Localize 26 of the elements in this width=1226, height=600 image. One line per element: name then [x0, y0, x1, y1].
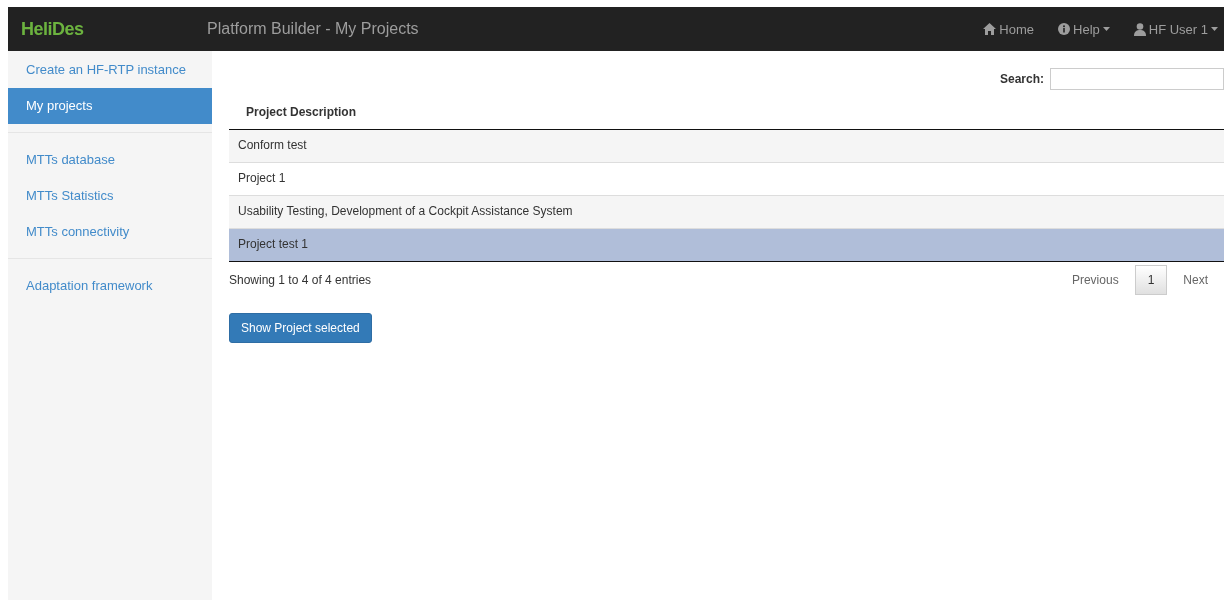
- pagination-button[interactable]: Next: [1167, 265, 1224, 295]
- nav-link[interactable]: HF User 1: [1121, 21, 1224, 37]
- sidebar-item[interactable]: MTTs Statistics: [8, 178, 212, 214]
- nav-link[interactable]: Help: [1046, 21, 1122, 37]
- search-label: Search:: [999, 72, 1044, 86]
- user-icon: [1133, 22, 1146, 36]
- pagination-button[interactable]: Previous: [1055, 265, 1135, 295]
- table-row[interactable]: Project test 1: [229, 228, 1224, 262]
- brand-logo[interactable]: HeliDes: [8, 18, 207, 40]
- info-icon: [1058, 23, 1070, 35]
- sidebar-item[interactable]: My projects: [8, 88, 212, 124]
- column-header[interactable]: Project Description: [229, 97, 1224, 130]
- sidebar-item[interactable]: MTTs connectivity: [8, 214, 212, 250]
- table-row[interactable]: Conform test: [229, 129, 1224, 163]
- nav-link[interactable]: Home: [971, 21, 1046, 37]
- table-row[interactable]: Usability Testing, Development of a Cockpit Assistance System: [229, 195, 1224, 229]
- sidebar-item[interactable]: Create an HF-RTP instance: [8, 52, 212, 88]
- sidebar-item[interactable]: Adaptation framework: [8, 268, 212, 304]
- pagination-button[interactable]: 1: [1134, 265, 1168, 295]
- search-field[interactable]: [1050, 68, 1224, 90]
- sidebar-item[interactable]: MTTs database: [8, 142, 212, 178]
- show-project-button[interactable]: Show Project selected: [229, 313, 372, 343]
- home-icon: [983, 23, 997, 35]
- entries-info: Showing 1 to 4 of 4 entries: [229, 273, 372, 287]
- table-row[interactable]: Project 1: [229, 162, 1224, 196]
- page-title: Platform Builder - My Projects: [207, 20, 419, 38]
